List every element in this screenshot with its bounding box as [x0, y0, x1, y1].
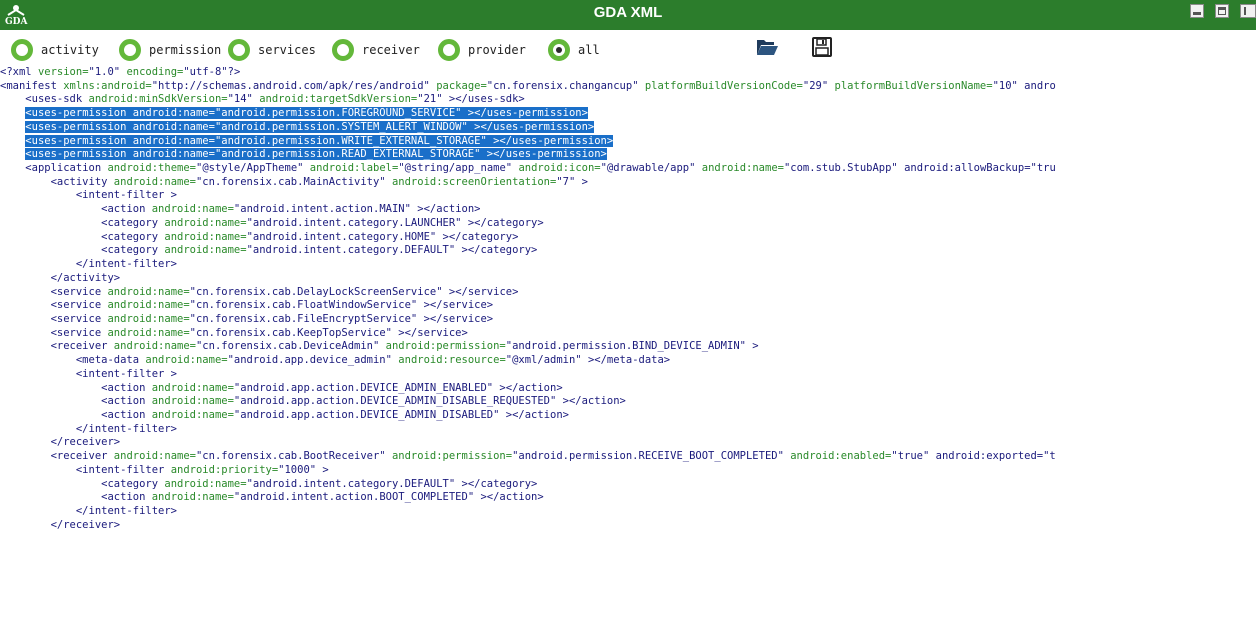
filter-label: receiver [362, 43, 420, 57]
xml-line-text: <action android:name="android.app.action… [101, 395, 626, 408]
xml-line[interactable]: <action android:name="android.app.action… [0, 382, 1256, 396]
xml-line[interactable]: <action android:name="android.intent.act… [0, 203, 1256, 217]
selected-text: <uses-permission android:name="android.p… [25, 120, 595, 133]
xml-line[interactable]: <receiver android:name="cn.forensix.cab.… [0, 340, 1256, 354]
xml-line[interactable]: <meta-data android:name="android.app.dev… [0, 354, 1256, 368]
xml-line[interactable]: </activity> [0, 272, 1256, 286]
xml-line-text: <category android:name="android.intent.c… [101, 244, 538, 257]
xml-line[interactable]: <intent-filter android:priority="1000" > [0, 464, 1256, 478]
xml-line[interactable]: <activity android:name="cn.forensix.cab.… [0, 176, 1256, 190]
xml-line[interactable]: </intent-filter> [0, 423, 1256, 437]
xml-line-text: </receiver> [50, 436, 121, 449]
xml-line-text: </receiver> [50, 518, 121, 531]
xml-line-text: <category android:name="android.intent.c… [101, 216, 544, 229]
title-bar: GDA GDA XML [0, 0, 1256, 30]
xml-line[interactable]: <category android:name="android.intent.c… [0, 217, 1256, 231]
xml-line[interactable]: <category android:name="android.intent.c… [0, 231, 1256, 245]
xml-line-text: <application android:theme="@style/AppTh… [25, 162, 1056, 175]
minimize-button[interactable] [1190, 4, 1204, 18]
close-button[interactable] [1240, 4, 1256, 18]
xml-line-text: </intent-filter> [75, 505, 178, 517]
radio-button-icon [332, 39, 354, 61]
window-title: GDA XML [593, 4, 663, 21]
xml-line-text: <action android:name="android.app.action… [101, 381, 563, 394]
xml-line-text: </intent-filter> [75, 422, 178, 435]
xml-line-text: <manifest xmlns:android="http://schemas.… [0, 79, 1056, 92]
xml-line[interactable]: <service android:name="cn.forensix.cab.D… [0, 286, 1256, 300]
xml-line-text: <service android:name="cn.forensix.cab.F… [50, 312, 494, 325]
floppy-disk-icon[interactable] [810, 36, 834, 58]
xml-text-view[interactable]: <?xml version="1.0" encoding="utf-8"?> <m… [0, 66, 1256, 623]
xml-line-text: <intent-filter > [75, 189, 178, 202]
xml-line[interactable]: <action android:name="android.intent.act… [0, 491, 1256, 505]
filter-label: services [258, 43, 316, 57]
xml-line-text: <action android:name="android.intent.act… [101, 203, 481, 216]
xml-line-text: <service android:name="cn.forensix.cab.D… [50, 285, 519, 298]
xml-line[interactable]: </receiver> [0, 436, 1256, 450]
xml-line-text: <service android:name="cn.forensix.cab.F… [50, 299, 494, 312]
xml-line-text: </activity> [50, 271, 121, 284]
xml-line[interactable]: <uses-sdk android:minSdkVersion="14" and… [0, 93, 1256, 107]
xml-line[interactable]: <?xml version="1.0" encoding="utf-8"?> [0, 66, 1256, 80]
radio-button-icon [119, 39, 141, 61]
xml-line[interactable]: <category android:name="android.intent.c… [0, 244, 1256, 258]
xml-line[interactable]: <uses-permission android:name="android.p… [0, 148, 1256, 162]
xml-line-text: <activity android:name="cn.forensix.cab.… [50, 175, 588, 188]
xml-line[interactable]: <uses-permission android:name="android.p… [0, 107, 1256, 121]
radio-button-icon [11, 39, 33, 61]
filter-label: activity [41, 43, 99, 57]
xml-line-text: <service android:name="cn.forensix.cab.K… [50, 326, 468, 339]
xml-line[interactable]: <intent-filter > [0, 189, 1256, 203]
xml-line-text: <uses-sdk android:minSdkVersion="14" and… [25, 93, 525, 106]
filter-label: provider [468, 43, 526, 57]
selected-text: <uses-permission android:name="android.p… [25, 107, 588, 120]
xml-line-text: <action android:name="android.app.action… [101, 408, 569, 421]
radio-button-icon [548, 39, 570, 61]
selected-text: <uses-permission android:name="android.p… [25, 134, 614, 147]
xml-line[interactable]: <service android:name="cn.forensix.cab.F… [0, 299, 1256, 313]
xml-line[interactable]: <action android:name="android.app.action… [0, 409, 1256, 423]
xml-line[interactable]: <uses-permission android:name="android.p… [0, 134, 1256, 149]
xml-line-text: <meta-data android:name="android.app.dev… [75, 354, 671, 367]
xml-line-text: <category android:name="android.intent.c… [101, 477, 538, 490]
maximize-button[interactable] [1215, 4, 1229, 18]
folder-open-icon[interactable] [755, 36, 779, 58]
xml-line-text: <receiver android:name="cn.forensix.cab.… [50, 450, 1056, 463]
xml-line[interactable]: <action android:name="android.app.action… [0, 395, 1256, 409]
xml-line-text: </intent-filter> [75, 258, 178, 271]
filter-toolbar: activity permission services receiver pr… [0, 30, 1256, 70]
xml-line-text: <category android:name="android.intent.c… [101, 230, 519, 243]
xml-line-text: <action android:name="android.intent.act… [101, 491, 544, 504]
xml-line[interactable]: <receiver android:name="cn.forensix.cab.… [0, 450, 1256, 464]
xml-line-text: <receiver android:name="cn.forensix.cab.… [50, 340, 759, 353]
xml-line-text: <intent-filter > [75, 367, 178, 380]
selected-text: <uses-permission android:name="android.p… [25, 148, 607, 161]
xml-line[interactable]: <service android:name="cn.forensix.cab.F… [0, 313, 1256, 327]
xml-line[interactable]: <service android:name="cn.forensix.cab.K… [0, 327, 1256, 341]
filter-label: all [578, 43, 600, 57]
xml-line[interactable]: <intent-filter > [0, 368, 1256, 382]
xml-line[interactable]: <application android:theme="@style/AppTh… [0, 162, 1256, 176]
xml-line[interactable]: </intent-filter> [0, 505, 1256, 519]
xml-line[interactable]: <manifest xmlns:android="http://schemas.… [0, 80, 1256, 94]
xml-line-text: <?xml version="1.0" encoding="utf-8"?> [0, 66, 241, 78]
xml-line[interactable]: </intent-filter> [0, 258, 1256, 272]
radio-button-icon [228, 39, 250, 61]
xml-line-text: <intent-filter android:priority="1000" > [75, 463, 329, 476]
xml-line[interactable]: <uses-permission android:name="android.p… [0, 120, 1256, 135]
xml-line[interactable]: </receiver> [0, 519, 1256, 533]
radio-button-icon [438, 39, 460, 61]
filter-label: permission [149, 43, 222, 57]
xml-line[interactable]: <category android:name="android.intent.c… [0, 478, 1256, 492]
